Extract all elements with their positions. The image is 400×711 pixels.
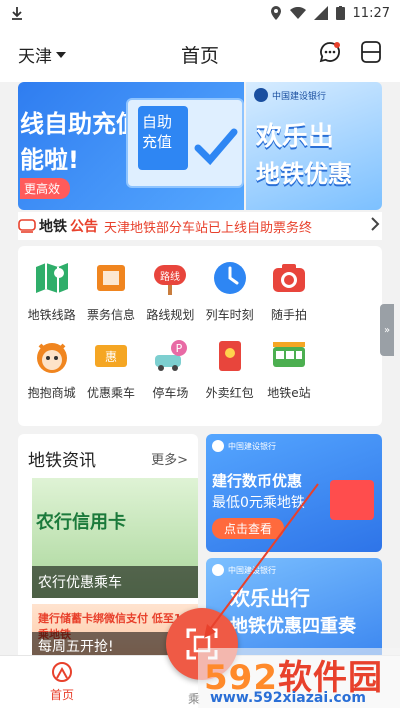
gift-box-icon — [330, 480, 374, 520]
watermark: 592软件园 www.592xiazai.com — [198, 648, 400, 708]
checkmark-icon — [194, 128, 238, 166]
download-icon — [10, 6, 24, 20]
feature-label: 地铁线路 — [27, 308, 76, 322]
news-item-abc[interactable]: 农行信用卡 农行优惠乘车 — [32, 478, 198, 598]
battery-icon — [335, 6, 345, 20]
announcement-brand-b: 公告 — [70, 219, 98, 235]
feature-label: 停车场 — [152, 386, 189, 400]
home-ring-icon — [52, 662, 72, 682]
station-icon — [269, 336, 309, 376]
news-item-caption: 农行优惠乘车 — [32, 566, 198, 598]
feature-snapshot[interactable]: 随手拍 — [259, 258, 318, 336]
promo-subline: 最低0元乘地铁 — [212, 495, 305, 511]
mascot-icon — [32, 336, 72, 376]
banner-panel-text: 自助充值 — [138, 106, 188, 170]
news-item-art-text: 农行信用卡 — [36, 512, 126, 533]
map-icon — [32, 258, 72, 298]
feature-discount-ride[interactable]: 惠 优惠乘车 — [81, 336, 140, 414]
feature-spacer — [319, 336, 378, 414]
message-icon[interactable] — [318, 40, 342, 68]
promo-headline: 建行数币优惠 — [212, 472, 303, 490]
caret-down-icon — [56, 52, 66, 58]
feature-label: 抱抱商城 — [27, 386, 76, 400]
banner-slide-ccb: 中国建设银行 欢乐出 地铁优惠 — [246, 82, 382, 210]
feature-label: 外卖红包 — [205, 386, 254, 400]
ccb-logo: 中国建设银行 — [212, 564, 276, 576]
promo-view-button[interactable]: 点击查看 — [212, 518, 285, 539]
clock-icon — [210, 258, 250, 298]
news-title: 地铁资讯 — [28, 451, 96, 471]
banner-machine-illustration: 自助充值 — [126, 98, 244, 188]
nav-home[interactable]: 首页 — [50, 660, 74, 703]
ccb-logo: 中国建设银行 — [254, 88, 326, 102]
chevron-right-icon[interactable] — [370, 217, 382, 235]
city-selector[interactable]: 天津 — [18, 42, 66, 67]
svg-text:路线: 路线 — [160, 270, 180, 283]
feature-label: 随手拍 — [270, 308, 307, 322]
announcement-text: 天津地铁部分车站已上线自助票务终 — [104, 220, 313, 236]
train-icon — [18, 219, 36, 233]
top-header: 天津 首页 — [0, 26, 400, 82]
location-icon — [270, 6, 282, 20]
feature-label: 路线规划 — [146, 308, 195, 322]
feature-label: 优惠乘车 — [86, 386, 135, 400]
feature-label: 票务信息 — [86, 308, 135, 322]
banner-tag: 更高效 — [20, 178, 71, 199]
signal-icon — [313, 6, 328, 20]
status-bar: 11:27 — [0, 0, 400, 26]
feature-label: 地铁e站 — [267, 386, 311, 400]
feature-takeout-coupon[interactable]: 外卖红包 — [200, 336, 259, 414]
camera-icon — [269, 258, 309, 298]
wifi-icon — [289, 7, 306, 19]
announcement-bar[interactable]: 地铁 公告 天津地铁部分车站已上线自助票务终 — [18, 212, 382, 240]
announcement-label: 地铁 公告 — [18, 216, 98, 236]
banner-headline-2: 能啦! — [20, 146, 79, 174]
promo-subline: 地铁优惠四重奏 — [230, 616, 356, 637]
coupon-icon: 惠 — [91, 336, 131, 376]
watermark-url: www.592xiazai.com — [210, 690, 366, 706]
scan-card-icon[interactable] — [360, 40, 382, 68]
red-envelope-icon — [210, 336, 250, 376]
status-time: 11:27 — [352, 5, 390, 21]
expand-tab[interactable]: » — [380, 304, 394, 356]
nav-home-label: 首页 — [50, 688, 75, 702]
svg-text:P: P — [176, 342, 183, 355]
banner-slide-recharge: 线自助充值 能啦! 更高效 自助充值 — [18, 82, 244, 210]
feature-subway-lines[interactable]: 地铁线路 — [22, 258, 81, 336]
banner-right-headline-2: 地铁优惠 — [256, 160, 352, 188]
feature-timetable[interactable]: 列车时刻 — [200, 258, 259, 336]
route-sign-icon: 路线 — [150, 258, 190, 298]
feature-spacer — [319, 258, 378, 336]
feature-route-planning[interactable]: 路线 路线规划 — [141, 258, 200, 336]
parking-icon: P — [150, 336, 190, 376]
ccb-logo: 中国建设银行 — [212, 440, 276, 452]
svg-text:惠: 惠 — [105, 350, 117, 364]
ticket-icon — [91, 258, 131, 298]
feature-label: 列车时刻 — [205, 308, 254, 322]
city-label: 天津 — [18, 46, 52, 67]
news-more-link[interactable]: 更多> — [151, 449, 188, 468]
feature-grid: 地铁线路 票务信息 路线 路线规划 列车时刻 随手拍 抱抱商城 惠 优惠乘车 P… — [18, 246, 394, 426]
feature-mall[interactable]: 抱抱商城 — [22, 336, 81, 414]
announcement-brand-a: 地铁 — [39, 219, 67, 235]
feature-parking[interactable]: P 停车场 — [141, 336, 200, 414]
banner-headline-1: 线自助充值 — [20, 110, 140, 138]
banner-right-headline-1: 欢乐出 — [256, 122, 335, 152]
feature-ticket-info[interactable]: 票务信息 — [81, 258, 140, 336]
promo-card-ccb-digital[interactable]: 中国建设银行 建行数币优惠 最低0元乘地铁 点击查看 — [206, 434, 382, 552]
promo-banner[interactable]: 线自助充值 能啦! 更高效 自助充值 中国建设银行 欢乐出 地铁优惠 — [18, 82, 382, 210]
promo-headline: 欢乐出行 — [230, 586, 310, 610]
feature-e-station[interactable]: 地铁e站 — [259, 336, 318, 414]
chevron-double-right-icon: » — [383, 324, 391, 336]
